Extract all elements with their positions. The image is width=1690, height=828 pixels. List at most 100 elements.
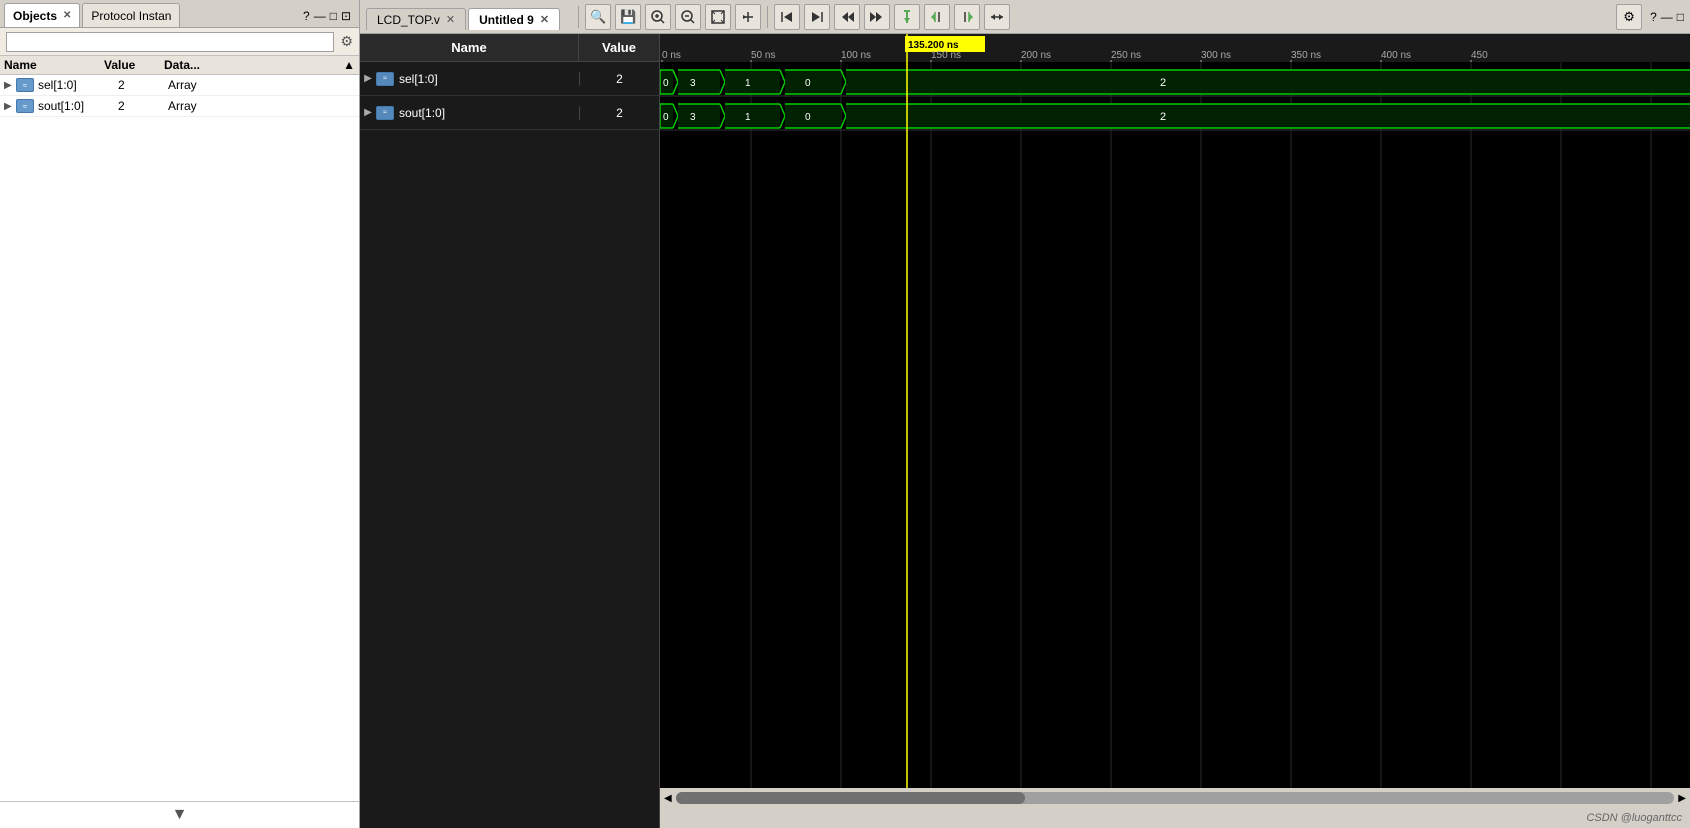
svg-text:450: 450 (1471, 50, 1488, 61)
svg-text:0: 0 (663, 112, 669, 123)
watermark: CSDN @luoganttcc (1586, 812, 1682, 824)
search-input[interactable] (6, 32, 334, 52)
svg-text:50 ns: 50 ns (751, 50, 775, 61)
tab-lcd-label: LCD_TOP.v (377, 13, 440, 27)
svg-text:150 ns: 150 ns (931, 50, 961, 61)
sig-icon-sout: ≈ (376, 106, 394, 120)
toolbar-sep-1 (578, 6, 579, 28)
signal-name-sel: sel[1:0] (38, 78, 118, 92)
svg-text:250 ns: 250 ns (1111, 50, 1141, 61)
signal-data-sout: Array (168, 99, 355, 113)
status-bar: CSDN @luoganttcc (660, 808, 1690, 828)
right-gear-icon[interactable]: ⚙ (1616, 4, 1642, 30)
left-tab-bar: Objects ✕ Protocol Instan ? — □ ⊡ (0, 0, 359, 28)
save-button[interactable]: 💾 (615, 4, 641, 30)
snap-button[interactable] (735, 4, 761, 30)
scroll-left-arrow[interactable]: ◀ (664, 793, 672, 804)
expand-arrow-sel[interactable]: ▶ (4, 80, 16, 91)
signal-value-sel: 2 (118, 78, 168, 92)
signal-value-sout: 2 (118, 99, 168, 113)
svg-text:350 ns: 350 ns (1291, 50, 1321, 61)
next-edge-button[interactable] (864, 4, 890, 30)
expand-arrow-sout[interactable]: ▶ (4, 101, 16, 112)
help-icon[interactable]: ? (303, 9, 310, 23)
left-tab-controls: ? — □ ⊡ (303, 9, 355, 27)
tab-protocol-label: Protocol Instan (91, 9, 171, 23)
svg-text:3: 3 (690, 78, 696, 89)
col-name-header: Name (4, 58, 104, 72)
signal-name-header: Name (360, 34, 579, 61)
scroll-up-icon[interactable]: ▲ (343, 58, 355, 72)
svg-text:1: 1 (745, 78, 751, 89)
maximize-icon[interactable]: □ (330, 9, 337, 23)
tab-protocol[interactable]: Protocol Instan (82, 3, 180, 27)
scroll-track[interactable] (676, 792, 1675, 804)
right-panel: LCD_TOP.v ✕ Untitled 9 ✕ 🔍 💾 (360, 0, 1690, 828)
tab-objects-close[interactable]: ✕ (63, 10, 71, 21)
svg-text:400 ns: 400 ns (1381, 50, 1411, 61)
tab-lcd-top[interactable]: LCD_TOP.v ✕ (366, 8, 466, 30)
svg-text:2: 2 (1160, 77, 1166, 89)
svg-text:200 ns: 200 ns (1021, 50, 1051, 61)
next-marker-button[interactable] (954, 4, 980, 30)
sig-expand-sel[interactable]: ▶ (360, 73, 376, 84)
list-item[interactable]: ▶ ≈ sel[1:0] 2 Array (0, 75, 359, 96)
right-help-icon[interactable]: ? (1650, 10, 1657, 24)
last-button[interactable] (804, 4, 830, 30)
svg-text:1: 1 (745, 112, 751, 123)
scroll-right-arrow[interactable]: ▶ (1678, 793, 1686, 804)
sig-value-sout: 2 (579, 106, 659, 120)
svg-text:300 ns: 300 ns (1201, 50, 1231, 61)
prev-edge-button[interactable] (834, 4, 860, 30)
waveform-container: Name Value ▶ ≈ sel[1:0] 2 ▶ ≈ (360, 34, 1690, 828)
left-panel: Objects ✕ Protocol Instan ? — □ ⊡ ⚙ (0, 0, 360, 828)
add-marker-button[interactable] (894, 4, 920, 30)
horizontal-scrollbar[interactable]: ◀ ▶ (660, 788, 1690, 808)
gear-icon[interactable]: ⚙ (340, 33, 353, 50)
zoom-out-button[interactable] (675, 4, 701, 30)
right-max-icon[interactable]: □ (1677, 10, 1684, 24)
signal-list: Name Value ▶ ≈ sel[1:0] 2 ▶ ≈ (360, 34, 660, 828)
scroll-thumb[interactable] (676, 792, 1026, 804)
col-value-header: Value (104, 58, 164, 72)
sig-name-sel: sel[1:0] (397, 72, 579, 86)
tab-objects-label: Objects (13, 9, 57, 23)
svg-text:0: 0 (805, 112, 811, 123)
waveform-display: 135.200 ns 0 ns 50 ns 100 ns 150 ns 200 … (660, 34, 1690, 828)
tab-untitled-label: Untitled 9 (479, 13, 534, 27)
tab-untitled-close[interactable]: ✕ (540, 13, 549, 26)
detach-icon[interactable]: ⊡ (341, 9, 351, 23)
zoom-in-button[interactable] (645, 4, 671, 30)
tab-lcd-close[interactable]: ✕ (446, 13, 455, 26)
svg-text:0: 0 (805, 78, 811, 89)
right-toolbar: LCD_TOP.v ✕ Untitled 9 ✕ 🔍 💾 (360, 0, 1690, 34)
tab-objects[interactable]: Objects ✕ (4, 3, 80, 27)
fit-button[interactable] (705, 4, 731, 30)
first-button[interactable] (774, 4, 800, 30)
minimize-icon[interactable]: — (314, 9, 326, 23)
waveform-signal-sout[interactable]: ▶ ≈ sout[1:0] 2 (360, 96, 659, 130)
svg-text:3: 3 (690, 112, 696, 123)
prev-marker-button[interactable] (924, 4, 950, 30)
sig-name-sout: sout[1:0] (397, 106, 579, 120)
waveform-signal-sel[interactable]: ▶ ≈ sel[1:0] 2 (360, 62, 659, 96)
stretch-button[interactable] (984, 4, 1010, 30)
sig-expand-sout[interactable]: ▶ (360, 107, 376, 118)
tab-untitled9[interactable]: Untitled 9 ✕ (468, 8, 560, 30)
signal-rows: ▶ ≈ sel[1:0] 2 ▶ ≈ sout[1:0] 2 (360, 62, 659, 828)
search-button[interactable]: 🔍 (585, 4, 611, 30)
toolbar-sep-2 (767, 6, 768, 28)
left-toolbar: ⚙ (0, 28, 359, 56)
signal-list-header: Name Value (360, 34, 659, 62)
signal-icon-sout: ≈ (16, 99, 34, 113)
signal-value-header: Value (579, 34, 659, 61)
right-min-icon[interactable]: — (1661, 10, 1673, 24)
col-data-header: Data... (164, 58, 343, 72)
scroll-down-icon[interactable]: ▼ (0, 801, 359, 828)
objects-table-body: ▶ ≈ sel[1:0] 2 Array ▶ ≈ sout[1:0] 2 Arr… (0, 75, 359, 801)
signal-icon-sel: ≈ (16, 78, 34, 92)
sig-icon-sel: ≈ (376, 72, 394, 86)
svg-text:2: 2 (1160, 111, 1166, 123)
list-item[interactable]: ▶ ≈ sout[1:0] 2 Array (0, 96, 359, 117)
signal-name-sout: sout[1:0] (38, 99, 118, 113)
